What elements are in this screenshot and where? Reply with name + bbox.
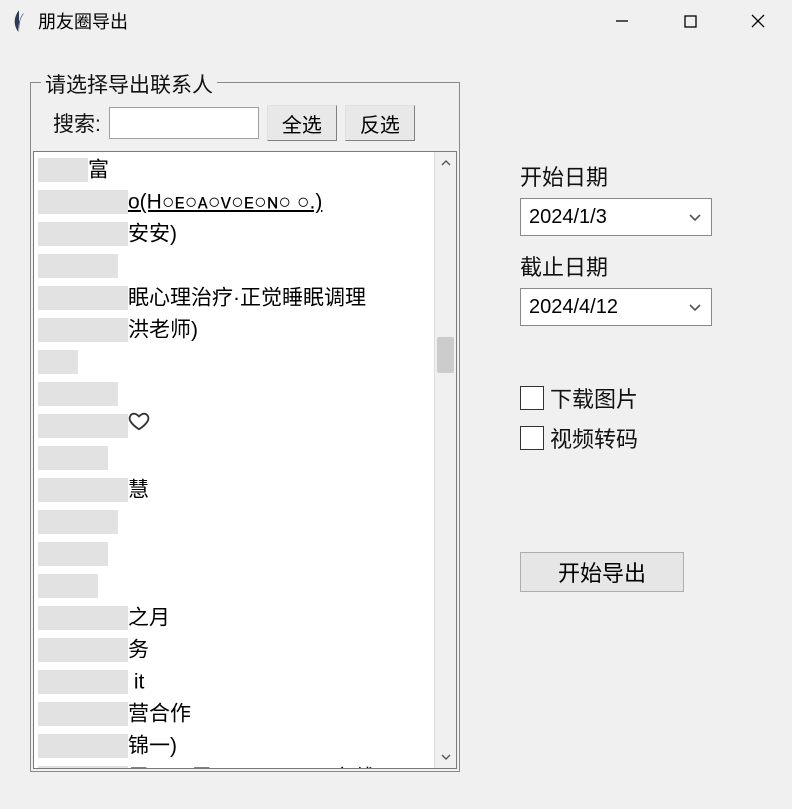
censored-segment [38, 766, 128, 768]
list-item-text: 洪老师) [128, 318, 198, 341]
list-item[interactable]: 锦一) [36, 730, 434, 762]
feather-icon [10, 8, 28, 34]
chevron-down-icon [689, 300, 701, 315]
heart-icon [128, 414, 150, 437]
list-item[interactable]: 营合作 [36, 698, 434, 730]
contacts-listbox[interactable]: 富 o(H○ᴇ○ᴀ○ᴠ○ᴇ○ɴ○ ○.) 安安) 眠心理治疗·正觉睡眠调理洪老师) 慧之… [33, 151, 457, 769]
scroll-up-arrow[interactable] [435, 152, 456, 174]
list-item[interactable] [36, 570, 434, 602]
invert-select-button[interactable]: 反选 [345, 105, 415, 141]
list-item-text: it [128, 670, 144, 693]
censored-segment [38, 510, 118, 534]
end-date-dropdown[interactable]: 2024/4/12 [520, 288, 712, 326]
start-date-value: 2024/1/3 [529, 206, 607, 229]
censored-segment [38, 446, 108, 470]
list-item[interactable] [36, 538, 434, 570]
censored-segment [38, 286, 128, 310]
censored-segment [38, 638, 128, 662]
checkbox-box [520, 386, 544, 410]
list-item[interactable] [36, 250, 434, 282]
list-item-text: 之月 [128, 606, 170, 629]
window-title: 朋友圈导出 [38, 8, 128, 34]
groupbox-title: 请选择导出联系人 [41, 69, 217, 99]
list-item-text: 富 [88, 158, 109, 181]
censored-segment [38, 254, 118, 278]
censored-segment [38, 318, 128, 342]
contacts-groupbox: 请选择导出联系人 搜索: 全选 反选 富o(H○ᴇ○ᴀ○ᴠ○ᴇ○ɴ○ ○.)安安… [30, 82, 460, 772]
checkbox-box [520, 426, 544, 450]
end-date-value: 2024/4/12 [529, 296, 618, 319]
censored-segment [38, 158, 88, 182]
chevron-down-icon [689, 210, 701, 225]
list-item-text: 营合作 [128, 702, 191, 725]
list-item-text: o(H○ᴇ○ᴀ○ᴠ○ᴇ○ɴ○ ○.) [128, 190, 322, 213]
list-item-text: 锦一) [128, 734, 177, 757]
maximize-button[interactable] [656, 0, 724, 42]
censored-segment [38, 606, 128, 630]
list-item[interactable]: 安安) [36, 218, 434, 250]
video-transcode-checkbox[interactable]: 视频转码 [520, 422, 712, 454]
download-images-checkbox[interactable]: 下载图片 [520, 382, 712, 414]
censored-segment [38, 382, 118, 406]
checkbox-label: 下载图片 [550, 382, 638, 414]
list-item[interactable]: 眠心理治疗·正觉睡眠调理 [36, 282, 434, 314]
censored-segment [38, 222, 128, 246]
list-item[interactable]: 慧 [36, 474, 434, 506]
list-item-text: 安安) [128, 222, 177, 245]
select-all-button[interactable]: 全选 [267, 105, 337, 141]
scroll-down-arrow[interactable] [435, 746, 456, 768]
scroll-thumb[interactable] [437, 337, 454, 373]
list-item[interactable] [36, 378, 434, 410]
search-input[interactable] [109, 107, 259, 139]
close-button[interactable] [724, 0, 792, 42]
censored-segment [38, 542, 108, 566]
list-item-text: 眠心理治疗·正觉睡眠调理 [128, 286, 366, 309]
list-item[interactable]: 周一至周五9:00-18:30在线) [36, 762, 434, 768]
search-label: 搜索: [53, 108, 101, 138]
list-item[interactable] [36, 442, 434, 474]
censored-segment [38, 190, 128, 214]
censored-segment [38, 414, 128, 438]
minimize-button[interactable] [588, 0, 656, 42]
end-date-label: 截止日期 [520, 250, 712, 282]
start-date-label: 开始日期 [520, 160, 712, 192]
list-item-text: 慧 [128, 478, 149, 501]
export-button[interactable]: 开始导出 [520, 552, 684, 592]
start-date-dropdown[interactable]: 2024/1/3 [520, 198, 712, 236]
checkbox-label: 视频转码 [550, 422, 638, 454]
list-item[interactable]: o(H○ᴇ○ᴀ○ᴠ○ᴇ○ɴ○ ○.) [36, 186, 434, 218]
censored-segment [38, 574, 98, 598]
list-item-text: 周一至周五9:00-18:30在线) [128, 766, 382, 768]
titlebar-controls [588, 0, 792, 42]
list-item[interactable] [36, 346, 434, 378]
list-item-text: 务 [128, 638, 149, 661]
censored-segment [38, 670, 128, 694]
list-item[interactable] [36, 410, 434, 442]
vertical-scrollbar[interactable] [434, 152, 456, 768]
list-item[interactable]: it [36, 666, 434, 698]
censored-segment [38, 734, 128, 758]
list-item[interactable]: 之月 [36, 602, 434, 634]
list-item[interactable] [36, 506, 434, 538]
list-item[interactable]: 富 [36, 154, 434, 186]
list-item[interactable]: 务 [36, 634, 434, 666]
censored-segment [38, 350, 78, 374]
censored-segment [38, 478, 128, 502]
titlebar: 朋友圈导出 [0, 0, 792, 42]
list-item[interactable]: 洪老师) [36, 314, 434, 346]
censored-segment [38, 702, 128, 726]
